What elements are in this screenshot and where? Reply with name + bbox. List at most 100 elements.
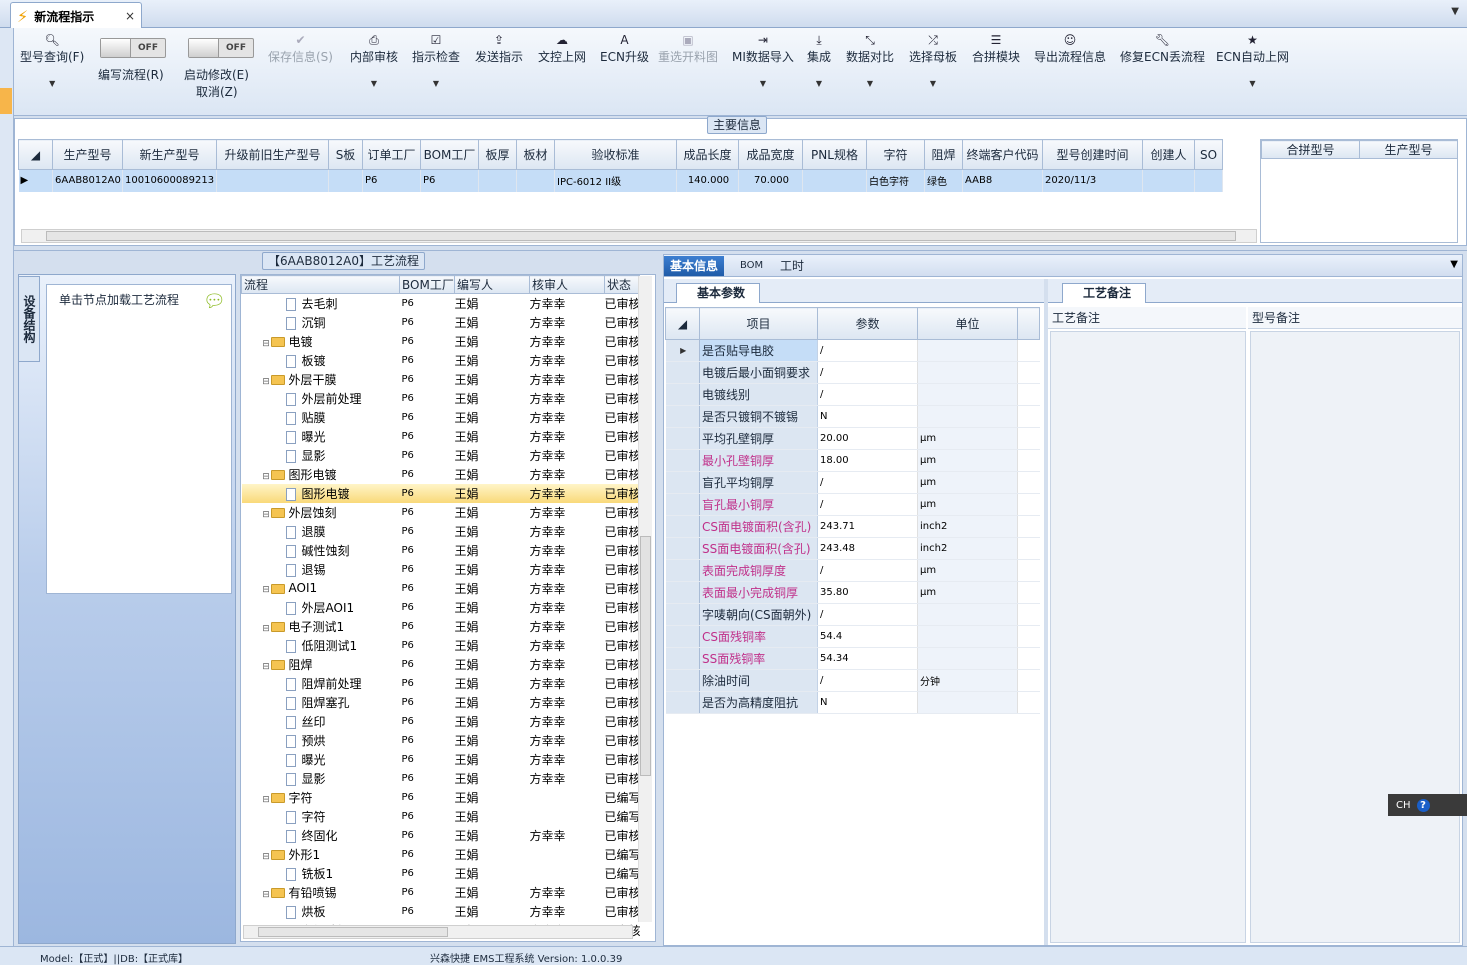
param-row[interactable]: 电镀后最小面铜要求 / <box>665 361 1040 384</box>
param-row[interactable]: 盲孔最小铜厚 / μm <box>665 493 1040 516</box>
doc-control-online-button[interactable]: ☁ 文控上网 <box>538 32 586 65</box>
param-unit[interactable] <box>917 691 1018 714</box>
tree-node[interactable]: ⊟ 有铅喷锡 P6 王娟 方幸幸 已审核 <box>242 883 639 902</box>
param-unit[interactable] <box>917 647 1018 670</box>
param-unit[interactable] <box>917 603 1018 626</box>
row-indicator[interactable] <box>665 581 700 604</box>
column-header[interactable]: BOM工厂 <box>420 139 479 170</box>
chevron-down-icon[interactable]: ▼ <box>732 79 794 88</box>
row-indicator[interactable] <box>665 515 700 538</box>
save-info-button[interactable]: ✔ 保存信息(S) <box>268 32 333 65</box>
param-unit[interactable]: 分钟 <box>917 669 1018 692</box>
column-header[interactable]: 板材 <box>516 139 555 170</box>
column-header[interactable]: 项目 <box>699 307 818 340</box>
column-header[interactable]: 编写人 <box>454 275 530 294</box>
collapse-toggle-icon[interactable]: ⊟ <box>262 624 271 634</box>
collapse-toggle-icon[interactable]: ⊟ <box>262 852 271 862</box>
repair-ecn-button[interactable]: 🔧︎ 修复ECN丢流程 <box>1120 32 1205 65</box>
tree-node[interactable]: 退膜 P6 王娟 方幸幸 已审核 <box>242 522 640 541</box>
chevron-down-icon[interactable]: ▼ <box>20 79 84 88</box>
column-header[interactable]: 生产型号 <box>1359 140 1458 159</box>
column-header[interactable]: 终端客户代码 <box>962 139 1043 170</box>
select-motherboard-button[interactable]: ⤮ 选择母板 ▼ <box>909 32 957 88</box>
param-row[interactable]: 是否为高精度阻抗 N <box>665 691 1040 714</box>
row-indicator[interactable]: ▶ <box>18 169 53 192</box>
param-value[interactable]: 54.34 <box>817 647 918 670</box>
merge-module-button[interactable]: ☰ 合拼模块 <box>972 32 1020 65</box>
param-row[interactable]: 表面完成铜厚度 / μm <box>665 559 1040 582</box>
cell[interactable] <box>1194 169 1223 192</box>
param-unit[interactable] <box>917 383 1018 406</box>
param-row[interactable]: 电镀线别 / <box>665 383 1040 406</box>
row-indicator[interactable] <box>665 559 700 582</box>
cell[interactable]: 2020/11/3 <box>1042 169 1143 192</box>
cell[interactable]: 10010600089213 <box>122 169 217 192</box>
row-indicator[interactable] <box>665 471 700 494</box>
cell[interactable]: IPC-6012 II级 <box>554 169 677 192</box>
column-header[interactable]: BOM工厂 <box>399 275 455 294</box>
cell[interactable]: 70.000 <box>738 169 803 192</box>
param-unit[interactable] <box>917 405 1018 428</box>
column-header[interactable]: PNL规格 <box>802 139 867 170</box>
tree-node[interactable]: 显影 P6 王娟 方幸幸 已审核 <box>242 446 640 465</box>
row-indicator[interactable] <box>665 603 700 626</box>
enable-modify-toggle[interactable]: OFF <box>188 38 254 58</box>
row-indicator[interactable] <box>665 405 700 428</box>
row-indicator[interactable] <box>665 361 700 384</box>
export-process-info-button[interactable]: ☺ 导出流程信息 <box>1034 32 1106 65</box>
param-unit[interactable]: μm <box>917 559 1018 582</box>
data-compare-button[interactable]: ⤡ 数据对比 ▼ <box>846 32 894 88</box>
internal-review-button[interactable]: ⎙ 内部审核 ▼ <box>350 32 398 88</box>
send-instruction-button[interactable]: ⇪ 发送指示 <box>475 32 523 65</box>
edit-process-toggle[interactable]: OFF <box>100 38 166 58</box>
tree-node[interactable]: ⊟ 阻焊 P6 王娟 方幸幸 已审核 <box>242 655 639 674</box>
param-unit[interactable]: inch2 <box>917 537 1018 560</box>
collapse-toggle-icon[interactable]: ⊟ <box>262 510 271 520</box>
column-header[interactable]: 板厚 <box>478 139 517 170</box>
param-value[interactable]: / <box>817 339 918 362</box>
param-value[interactable]: / <box>817 471 918 494</box>
ime-language[interactable]: CH <box>1396 800 1411 811</box>
chevron-down-icon[interactable]: ▼ <box>412 79 460 88</box>
collapse-toggle-icon[interactable]: ⊟ <box>262 472 271 482</box>
collapse-toggle-icon[interactable]: ⊟ <box>262 585 271 595</box>
param-row[interactable]: 除油时间 / 分钟 <box>665 669 1040 692</box>
row-indicator[interactable] <box>665 537 700 560</box>
column-header[interactable]: 核审人 <box>529 275 605 294</box>
tree-node[interactable]: 沉铜 P6 王娟 方幸幸 已审核 <box>242 313 640 332</box>
row-indicator[interactable] <box>665 691 700 714</box>
param-row[interactable]: 是否只镀铜不镀锡 N <box>665 405 1040 428</box>
equipment-tree[interactable]: 单击节点加载工艺流程 💬︎ <box>46 284 232 594</box>
cell[interactable]: P6 <box>362 169 421 192</box>
param-value[interactable]: 243.48 <box>817 537 918 560</box>
tab-basic-info[interactable]: 基本信息 <box>664 256 725 276</box>
param-value[interactable]: / <box>817 493 918 516</box>
column-header[interactable]: 验收标准 <box>554 139 677 170</box>
param-value[interactable]: 18.00 <box>817 449 918 472</box>
column-header[interactable]: 型号创建时间 <box>1042 139 1143 170</box>
param-row[interactable]: SS面残铜率 54.34 <box>665 647 1040 670</box>
tree-node[interactable]: ⊟ 外层蚀刻 P6 王娟 方幸幸 已审核 <box>242 503 639 522</box>
param-value[interactable]: N <box>817 691 918 714</box>
param-value[interactable]: / <box>817 361 918 384</box>
param-unit[interactable]: μm <box>917 449 1018 472</box>
tab-equipment-structure[interactable]: 设备结构 <box>18 276 40 362</box>
column-header[interactable]: 合拼型号 <box>1261 140 1360 159</box>
row-indicator[interactable] <box>665 647 700 670</box>
param-value[interactable]: 243.71 <box>817 515 918 538</box>
tree-node[interactable]: 外层前处理 P6 王娟 方幸幸 已审核 <box>242 389 640 408</box>
tree-node[interactable]: 贴膜 P6 王娟 方幸幸 已审核 <box>242 408 640 427</box>
chevron-down-icon[interactable]: ▼ <box>1450 259 1458 270</box>
column-header[interactable]: 参数 <box>817 307 918 340</box>
row-indicator-header[interactable]: ◢ <box>18 139 53 170</box>
tab-new-process[interactable]: ⚡ 新流程指示 × <box>10 2 142 29</box>
tree-node[interactable]: 丝印 P6 王娟 方幸幸 已审核 <box>242 712 640 731</box>
tab-bom[interactable]: BOM <box>734 256 769 276</box>
tree-node[interactable]: 字符 P6 王娟 已编写 <box>242 807 640 826</box>
tree-node[interactable]: ⊟ 电子测试1 P6 王娟 方幸幸 已审核 <box>242 617 639 636</box>
collapse-toggle-icon[interactable]: ⊟ <box>262 377 271 387</box>
tree-node[interactable]: 曝光 P6 王娟 方幸幸 已审核 <box>242 427 640 446</box>
column-header[interactable]: S板 <box>328 139 363 170</box>
tree-node[interactable]: 低阻测试1 P6 王娟 方幸幸 已审核 <box>242 636 640 655</box>
tree-node[interactable]: 碱性蚀刻 P6 王娟 方幸幸 已审核 <box>242 541 640 560</box>
